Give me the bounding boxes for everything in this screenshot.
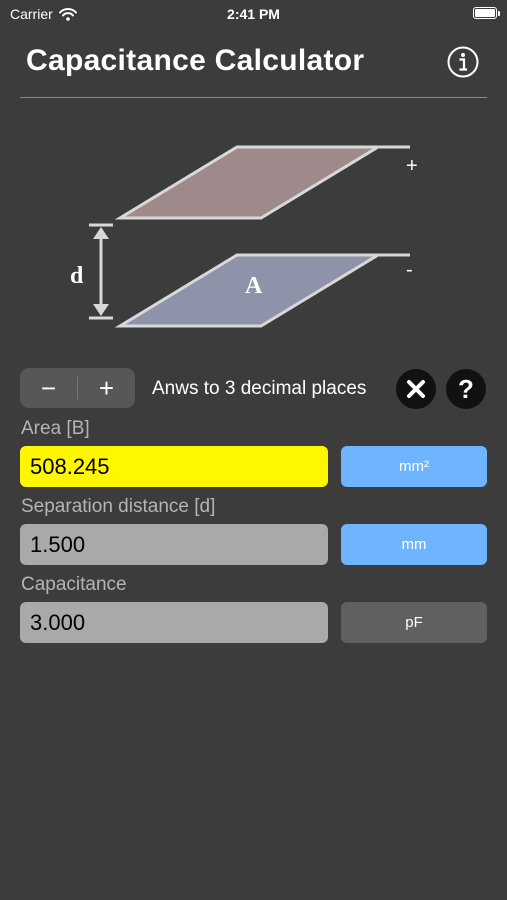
- decrement-button[interactable]: −: [20, 368, 77, 408]
- capacitor-diagram: + - A d: [70, 145, 418, 328]
- capacitance-output[interactable]: 3.000: [20, 602, 328, 643]
- header-divider: [20, 97, 487, 98]
- close-icon: [407, 380, 425, 398]
- help-button[interactable]: ?: [446, 369, 486, 409]
- increment-button[interactable]: +: [78, 368, 135, 408]
- capacitance-label-text: Capacitance: [21, 574, 127, 595]
- area-input[interactable]: 508.245: [20, 446, 328, 487]
- separation-unit-button[interactable]: mm: [341, 524, 487, 565]
- page-title: Capacitance Calculator: [26, 44, 365, 77]
- arrow-head-up: [93, 227, 109, 239]
- area-label-text: Area [B]: [21, 418, 90, 439]
- distance-label: d: [70, 263, 84, 289]
- arrow-head-down: [93, 304, 109, 316]
- decimal-places-label: Anws to 3 decimal places: [152, 378, 367, 399]
- battery-icon: [473, 7, 500, 19]
- minus-sign: -: [406, 259, 413, 281]
- plus-sign: +: [406, 155, 418, 177]
- clear-button[interactable]: [396, 369, 436, 409]
- top-plate: [114, 145, 384, 220]
- status-time: 2:41 PM: [227, 6, 280, 22]
- separation-input[interactable]: 1.500: [20, 524, 328, 565]
- status-bar: Carrier 2:41 PM: [0, 0, 507, 28]
- decimal-stepper[interactable]: − +: [20, 368, 135, 408]
- area-unit-button[interactable]: mm²: [341, 446, 487, 487]
- capacitance-unit-button[interactable]: pF: [341, 602, 487, 643]
- info-icon[interactable]: [447, 46, 479, 78]
- separation-label-text: Separation distance [d]: [21, 496, 216, 517]
- area-label: A: [245, 273, 263, 299]
